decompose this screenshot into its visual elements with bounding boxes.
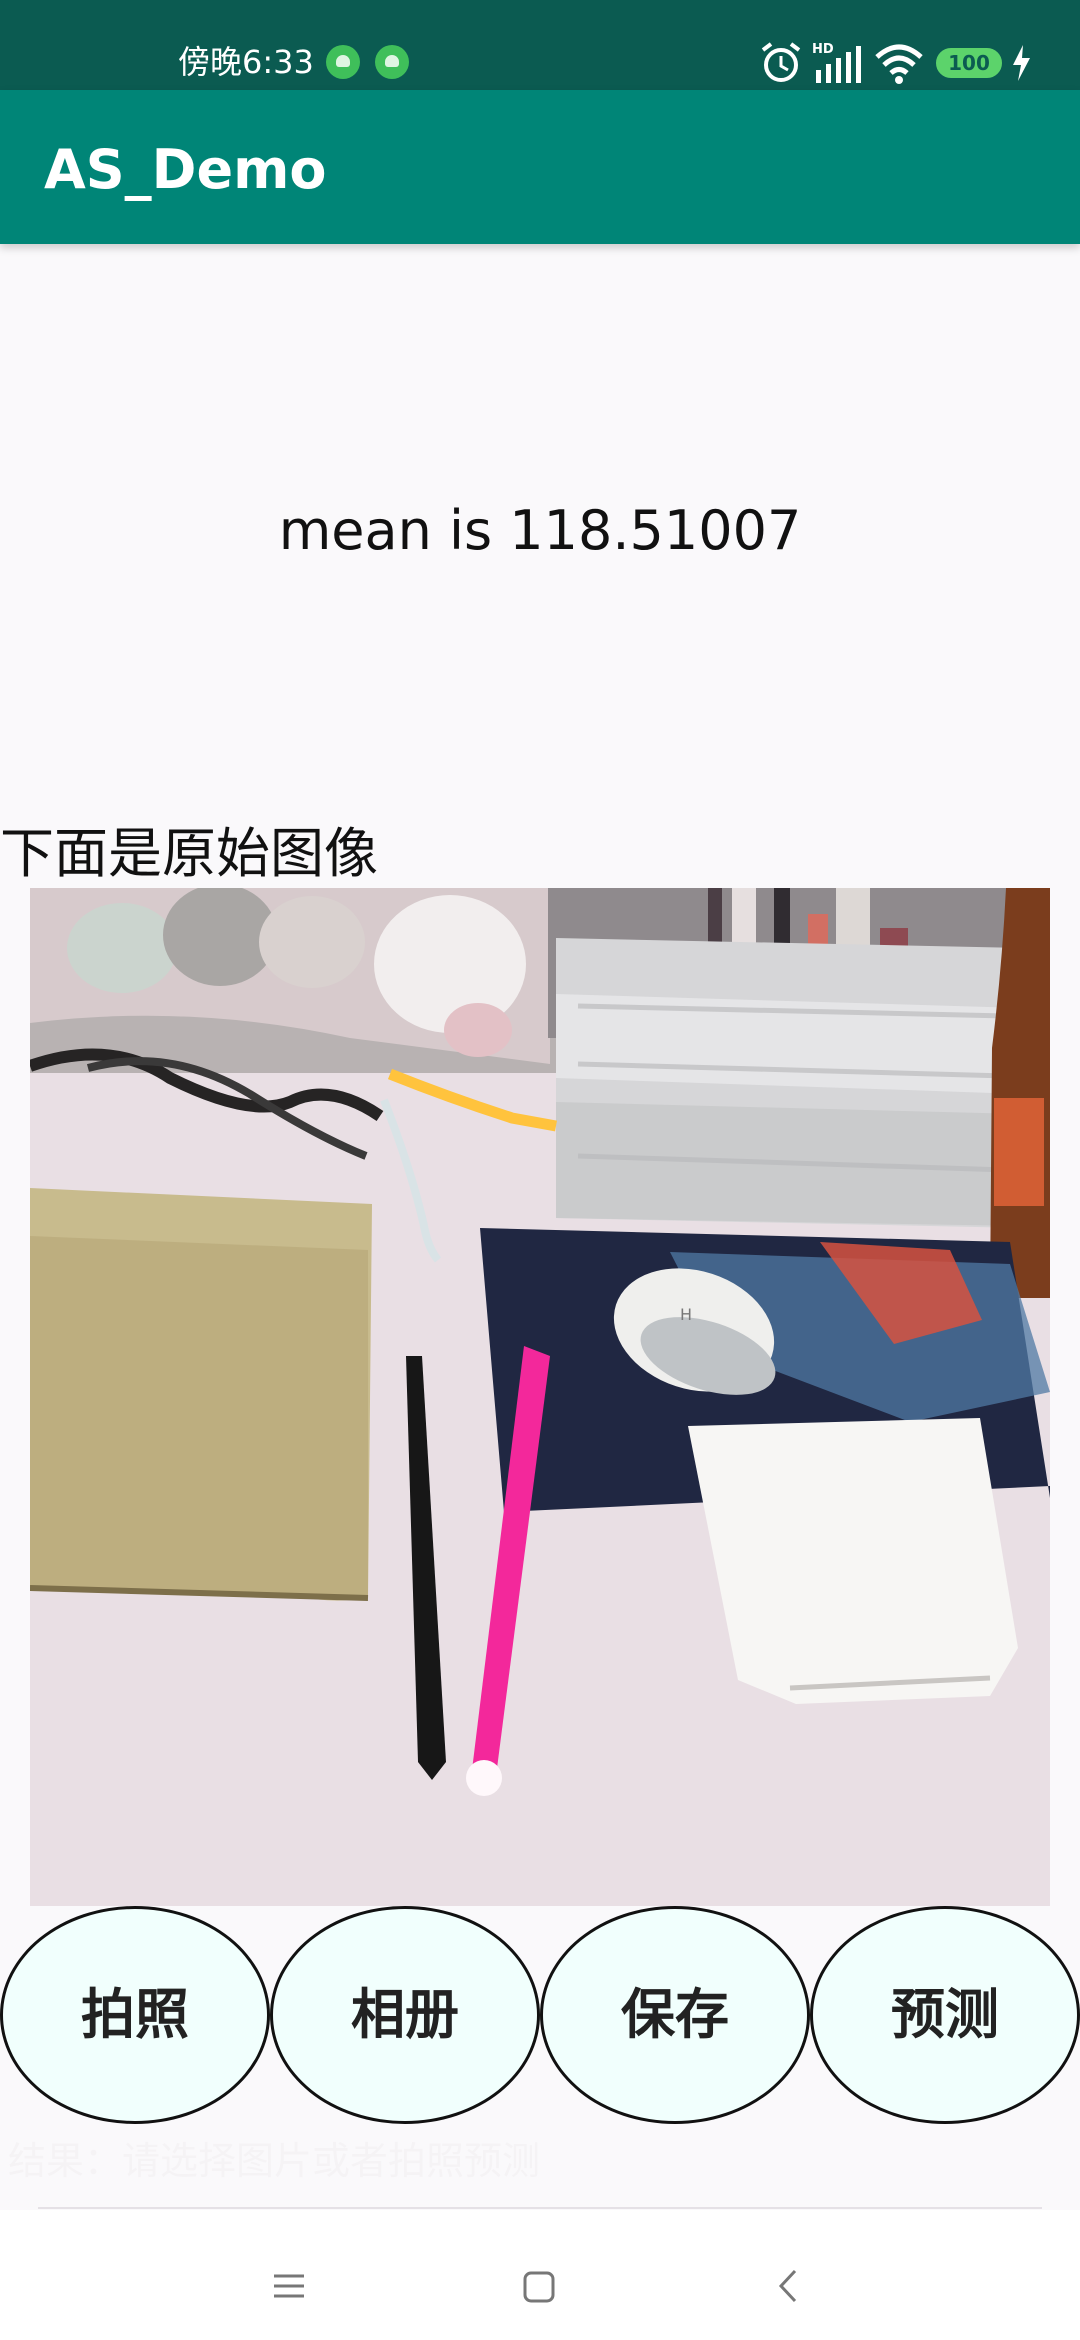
battery-icon: 100 bbox=[936, 48, 1002, 78]
album-button[interactable]: 相册 bbox=[270, 1906, 540, 2124]
predict-button[interactable]: 预测 bbox=[810, 1906, 1080, 2124]
system-navigation-bar bbox=[0, 2210, 1080, 2340]
svg-text:H: H bbox=[680, 1305, 692, 1324]
status-bar: 傍晚6:33 HD 100 bbox=[0, 0, 1080, 90]
mean-result-text: mean is 118.51007 bbox=[278, 499, 802, 562]
charging-icon bbox=[1013, 45, 1030, 81]
save-button[interactable]: 保存 bbox=[540, 1906, 810, 2124]
nav-divider bbox=[38, 2207, 1042, 2209]
home-icon[interactable] bbox=[522, 2270, 556, 2304]
take-photo-label: 拍照 bbox=[81, 1983, 189, 2046]
original-image: H bbox=[30, 888, 1050, 1906]
android-app-icon bbox=[326, 45, 360, 79]
hd-signal-icon: HD bbox=[812, 42, 861, 83]
svg-text:HD: HD bbox=[812, 42, 834, 57]
predict-label: 预测 bbox=[891, 1983, 999, 2046]
album-label: 相册 bbox=[351, 1983, 459, 2046]
android-app-icon bbox=[375, 45, 409, 79]
prediction-result-caption: 结果：请选择图片或者拍照预测 bbox=[8, 2139, 541, 2183]
save-label: 保存 bbox=[621, 1983, 729, 2046]
menu-icon[interactable] bbox=[272, 2272, 306, 2300]
status-time: 傍晚6:33 bbox=[178, 43, 314, 81]
app-title: AS_Demo bbox=[44, 138, 327, 201]
battery-level: 100 bbox=[948, 51, 990, 75]
alarm-icon bbox=[761, 42, 801, 82]
app-bar: AS_Demo bbox=[0, 90, 1080, 244]
back-icon[interactable] bbox=[776, 2268, 800, 2304]
wifi-icon bbox=[875, 44, 923, 84]
original-image-label: 下面是原始图像 bbox=[0, 822, 378, 885]
take-photo-button[interactable]: 拍照 bbox=[0, 1906, 270, 2124]
